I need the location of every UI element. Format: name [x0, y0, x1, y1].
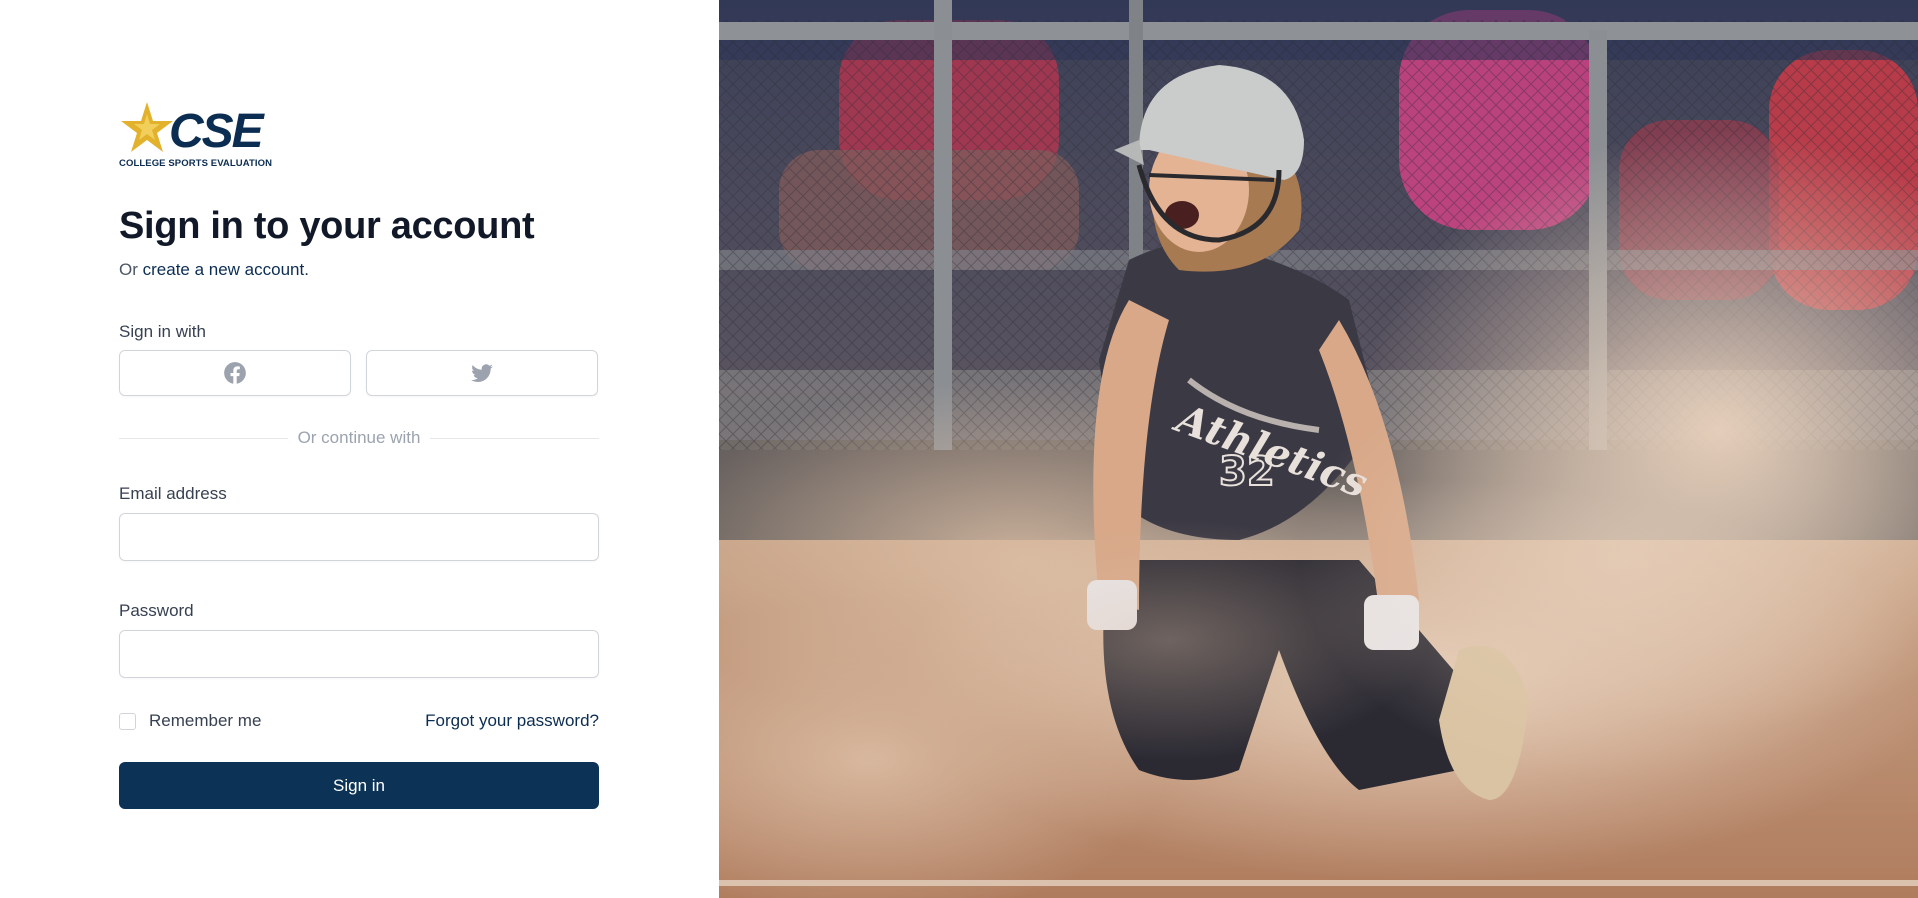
hero-image: Athletics 32 — [719, 0, 1918, 898]
logo-tagline: COLLEGE SPORTS EVALUATION — [119, 158, 273, 169]
logo-wordmark: CSE — [169, 105, 264, 158]
sign-in-page: CSE COLLEGE SPORTS EVALUATION Sign in to… — [0, 0, 1918, 898]
softball-photo: Athletics 32 — [719, 0, 1918, 898]
subtitle-prefix: Or — [119, 260, 138, 279]
create-account-link[interactable]: create a new account. — [143, 260, 309, 279]
divider-line-right — [430, 437, 599, 439]
subtitle: Or create a new account. — [119, 260, 599, 280]
or-continue-divider: Or continue with — [119, 428, 599, 448]
password-label: Password — [119, 601, 194, 620]
form-options-row: Remember me Forgot your password? — [119, 711, 599, 731]
twitter-icon — [471, 364, 493, 382]
page-title: Sign in to your account — [119, 205, 535, 247]
sign-in-form: CSE COLLEGE SPORTS EVALUATION Sign in to… — [119, 100, 599, 809]
email-label: Email address — [119, 484, 227, 503]
social-signin-label: Sign in with — [119, 322, 206, 341]
remember-me: Remember me — [119, 711, 261, 731]
social-buttons — [119, 350, 599, 396]
twitter-signin-button[interactable] — [366, 350, 598, 396]
remember-me-checkbox[interactable] — [119, 712, 136, 730]
facebook-signin-button[interactable] — [119, 350, 351, 396]
remember-me-label[interactable]: Remember me — [149, 711, 261, 731]
jersey-number: 32 — [1219, 449, 1275, 495]
forgot-password-link[interactable]: Forgot your password? — [425, 711, 599, 731]
sign-in-button[interactable]: Sign in — [119, 762, 599, 809]
sign-in-panel: CSE COLLEGE SPORTS EVALUATION Sign in to… — [0, 0, 719, 898]
gold-star-icon — [121, 102, 173, 152]
password-field[interactable] — [119, 630, 599, 678]
cse-logo[interactable]: CSE COLLEGE SPORTS EVALUATION — [119, 100, 279, 170]
divider-line-left — [119, 437, 288, 439]
facebook-icon — [224, 362, 246, 384]
divider-text: Or continue with — [297, 428, 421, 447]
email-field[interactable] — [119, 513, 599, 561]
